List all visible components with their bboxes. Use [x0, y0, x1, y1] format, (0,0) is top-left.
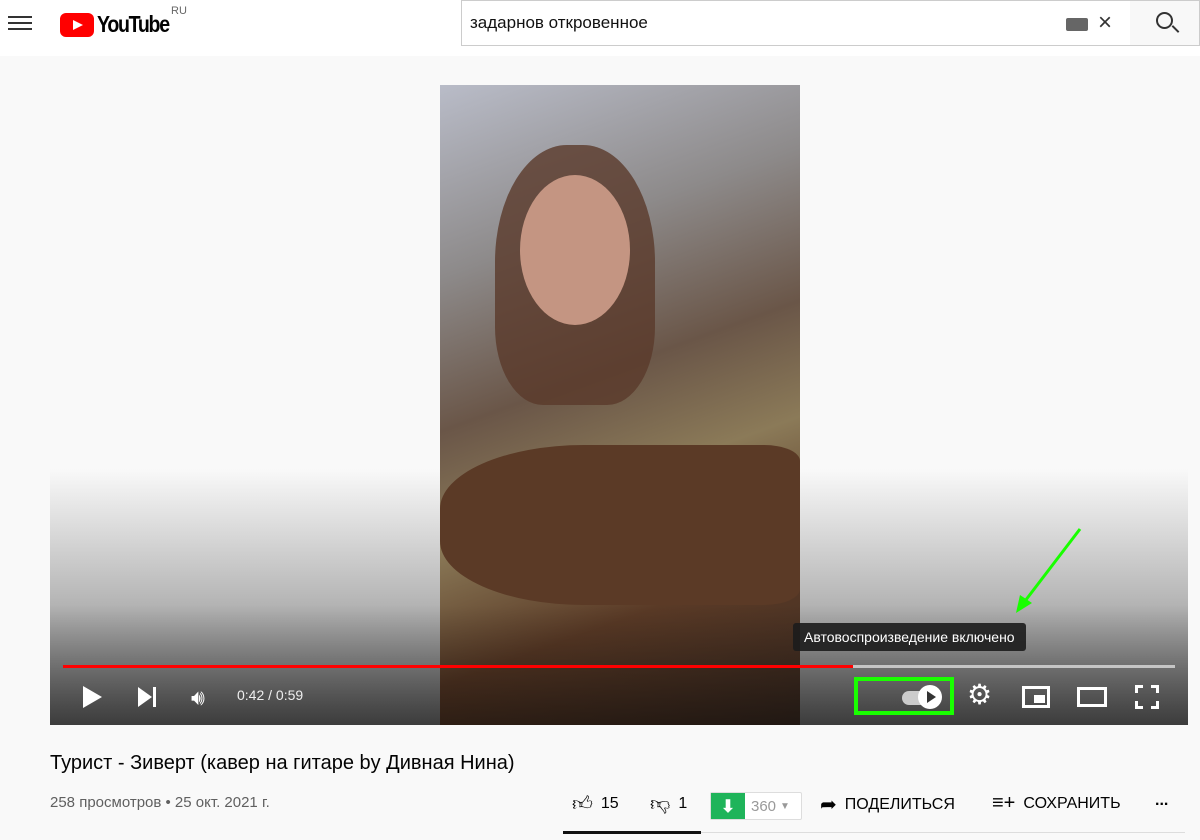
menu-icon[interactable] [8, 12, 32, 32]
share-label: ПОДЕЛИТЬСЯ [844, 795, 955, 813]
fullscreen-icon[interactable] [1135, 685, 1159, 709]
video-meta: 258 просмотров • 25 окт. 2021 г. [50, 794, 270, 811]
annotation-arrow [1016, 528, 1082, 613]
play-icon[interactable] [83, 686, 102, 708]
youtube-play-icon [60, 12, 94, 37]
search-icon [1156, 12, 1173, 29]
search-button[interactable] [1130, 0, 1200, 46]
thumbs-down-icon: 👎︎ [650, 793, 671, 815]
dislike-button[interactable]: 👎︎ 1 [650, 792, 687, 816]
header: YouTube RU × [0, 0, 1200, 56]
guitar [440, 445, 800, 605]
theater-mode-icon[interactable] [1077, 687, 1107, 707]
share-icon: ➦ [820, 794, 837, 816]
play-icon [918, 685, 942, 709]
time-display: 0:42 / 0:59 [237, 687, 304, 703]
region-label: RU [171, 5, 187, 17]
youtube-logo[interactable]: YouTube RU [60, 5, 187, 38]
more-icon: ... [1155, 792, 1169, 809]
keyboard-icon[interactable] [1066, 18, 1088, 31]
close-icon[interactable]: × [1098, 9, 1112, 37]
share-button[interactable]: ➦ ПОДЕЛИТЬСЯ [820, 792, 955, 817]
download-icon: ⬇ [711, 793, 745, 819]
like-count: 15 [600, 795, 619, 812]
playlist-add-icon: ≡+ [992, 792, 1016, 814]
chevron-down-icon[interactable]: ▼ [776, 793, 790, 819]
download-button[interactable]: ⬇ 360 ▼ [710, 792, 802, 820]
search-box: × [461, 0, 1131, 46]
search-input[interactable] [470, 13, 1050, 33]
dislike-count: 1 [678, 795, 688, 812]
autoplay-toggle[interactable] [854, 677, 954, 715]
video-player[interactable]: Автовоспроизведение включено 🔊︎ 0:42 / 0… [50, 85, 1188, 725]
thumbs-up-icon: 👍︎ [572, 793, 593, 815]
progress-fill [63, 665, 853, 668]
progress-bar[interactable] [63, 665, 1175, 668]
gear-icon[interactable]: ⚙︎ [967, 681, 992, 709]
save-button[interactable]: ≡+ СОХРАНИТЬ [992, 792, 1121, 815]
like-button[interactable]: 👍︎ 15 [572, 792, 619, 816]
autoplay-tooltip: Автовоспроизведение включено [793, 623, 1026, 651]
miniplayer-icon[interactable] [1022, 686, 1050, 708]
video-title: Турист - Зиверт (кавер на гитаре by Дивн… [50, 752, 515, 774]
download-count: 360 [751, 798, 777, 815]
save-label: СОХРАНИТЬ [1023, 794, 1121, 812]
more-button[interactable]: ... [1155, 792, 1168, 810]
volume-icon[interactable]: 🔊︎ [191, 685, 205, 711]
logo-text: YouTube [97, 11, 170, 37]
sentiment-bar-fill [563, 831, 701, 834]
